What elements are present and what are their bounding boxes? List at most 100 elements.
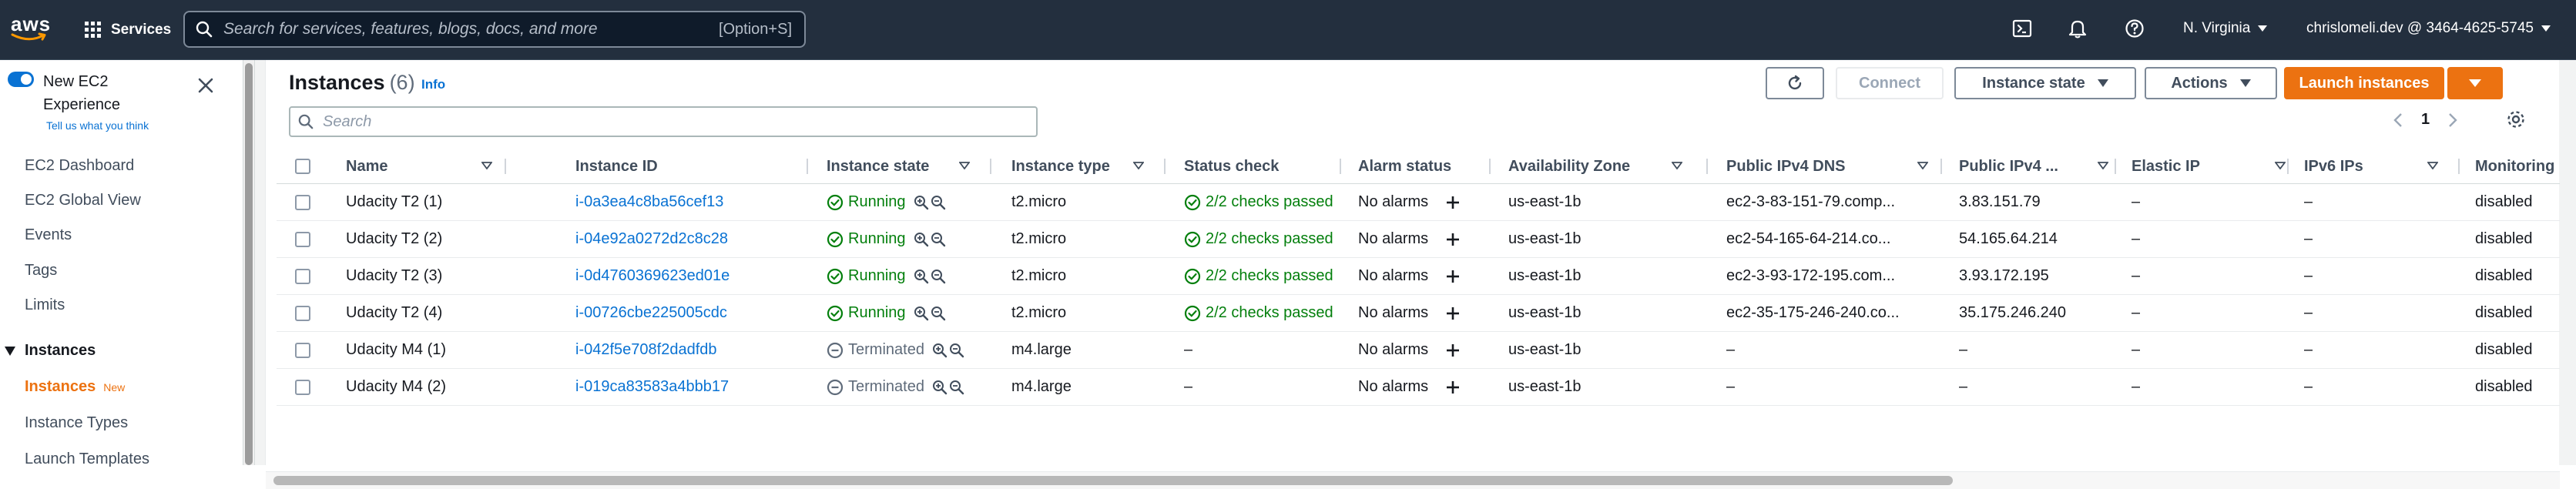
scrollbar-thumb[interactable]: [273, 476, 1953, 485]
instance-state-text: Terminated: [848, 341, 924, 358]
instance-id-link[interactable]: i-042f5e708f2dadfdb: [575, 341, 717, 359]
status-check-text[interactable]: 2/2 checks passed: [1206, 230, 1333, 248]
col-header-availability-zone[interactable]: Availability Zone: [1508, 149, 1682, 183]
zoom-out-icon[interactable]: [949, 343, 964, 358]
page-number[interactable]: 1: [2421, 111, 2430, 129]
instance-id-link[interactable]: i-0a3ea4c8ba56cef13: [575, 193, 723, 211]
col-header-instance-state[interactable]: Instance state: [827, 149, 970, 183]
status-check-text[interactable]: 2/2 checks passed: [1206, 267, 1333, 285]
connect-button[interactable]: Connect: [1836, 67, 1944, 99]
sidebar-item-instances[interactable]: Instances New: [25, 378, 125, 396]
zoom-in-icon[interactable]: [914, 306, 929, 321]
table-horizontal-scrollbar[interactable]: [266, 471, 2560, 489]
add-alarm-icon[interactable]: [1445, 232, 1461, 247]
refresh-button[interactable]: [1766, 67, 1824, 99]
sidebar-item-events[interactable]: Events: [25, 226, 72, 244]
select-all-checkbox[interactable]: [295, 149, 310, 183]
instance-id-link[interactable]: i-0d4760369623ed01e: [575, 267, 730, 285]
sidebar-item-launch-templates[interactable]: Launch Templates: [25, 450, 149, 468]
aws-logo[interactable]: aws: [9, 12, 63, 48]
row-checkbox[interactable]: [295, 379, 310, 395]
add-alarm-icon[interactable]: [1445, 306, 1461, 321]
instance-id-link[interactable]: i-00726cbe225005cdc: [575, 304, 727, 322]
sidebar-section-instances[interactable]: Instances: [5, 342, 96, 360]
settings-gear-icon[interactable]: [2506, 109, 2526, 129]
zoom-in-icon[interactable]: [932, 343, 948, 358]
row-checkbox[interactable]: [295, 268, 310, 284]
chevron-left-icon[interactable]: [2393, 112, 2403, 128]
bell-icon[interactable]: [2068, 18, 2088, 39]
row-checkbox[interactable]: [295, 194, 310, 210]
sidebar-scrollbar[interactable]: [243, 60, 255, 465]
col-header-elastic-ip[interactable]: Elastic IP: [2132, 149, 2286, 183]
table-row[interactable]: Udacity M4 (1) i-042f5e708f2dadfdb Termina…: [277, 332, 2560, 369]
col-header-status-check[interactable]: Status check: [1184, 149, 1279, 183]
feedback-link[interactable]: Tell us what you think: [46, 119, 149, 132]
table-row[interactable]: Udacity T2 (4) i-00726cbe225005cdc Running…: [277, 295, 2560, 332]
add-alarm-icon[interactable]: [1445, 195, 1461, 210]
instance-filter-input[interactable]: Search: [289, 106, 1038, 137]
col-header-instance-type[interactable]: Instance type: [1011, 149, 1144, 183]
services-menu-button[interactable]: Services: [85, 17, 171, 43]
instance-state-button[interactable]: Instance state: [1954, 67, 2136, 99]
help-icon[interactable]: [2125, 18, 2145, 39]
row-checkbox[interactable]: [295, 342, 310, 358]
top-navigation: aws Services Search for services, featur…: [0, 0, 2576, 60]
table-row[interactable]: Udacity T2 (3) i-0d4760369623ed01e Running…: [277, 258, 2560, 295]
zoom-in-icon[interactable]: [914, 232, 929, 247]
table-row[interactable]: Udacity T2 (2) i-04e92a0272d2c8c28 Running…: [277, 221, 2560, 258]
launch-options-button[interactable]: [2447, 67, 2503, 99]
instance-id-link[interactable]: i-04e92a0272d2c8c28: [575, 230, 728, 248]
instance-id-link[interactable]: i-019ca83583a4bbb17: [575, 378, 729, 396]
col-header-ipv6-ips[interactable]: IPv6 IPs: [2284, 149, 2438, 183]
close-icon[interactable]: [197, 77, 214, 94]
account-menu[interactable]: chrislomeli.dev @ 3464-4625-5745: [2306, 20, 2551, 37]
status-check-text[interactable]: 2/2 checks passed: [1206, 193, 1333, 211]
check-circle-icon: [827, 305, 844, 321]
col-header-public-ipv4[interactable]: Public IPv4 ...: [1959, 149, 2108, 183]
scrollbar-thumb[interactable]: [245, 63, 253, 465]
table-row[interactable]: Udacity T2 (1) i-0a3ea4c8ba56cef13 Running…: [277, 184, 2560, 221]
grid-icon: [85, 22, 101, 38]
sidebar-item-tags[interactable]: Tags: [25, 262, 57, 280]
zoom-in-icon[interactable]: [914, 269, 929, 284]
table-row[interactable]: Udacity M4 (2) i-019ca83583a4bbb17 Termina…: [277, 369, 2560, 406]
sidebar-item-limits[interactable]: Limits: [25, 296, 65, 314]
zoom-out-icon[interactable]: [931, 269, 946, 284]
zoom-out-icon[interactable]: [949, 380, 964, 395]
add-alarm-icon[interactable]: [1445, 343, 1461, 358]
add-alarm-icon[interactable]: [1445, 269, 1461, 284]
chevron-right-icon[interactable]: [2448, 112, 2457, 128]
info-link[interactable]: Info: [421, 77, 445, 92]
region-selector[interactable]: N. Virginia: [2183, 20, 2268, 37]
sort-icon: [2098, 162, 2108, 169]
zoom-in-icon[interactable]: [914, 195, 929, 210]
zoom-in-icon[interactable]: [932, 380, 948, 395]
zoom-out-icon[interactable]: [931, 306, 946, 321]
cell-availability-zone: us-east-1b: [1508, 341, 1581, 358]
col-header-instance-id[interactable]: Instance ID: [575, 149, 658, 183]
row-checkbox[interactable]: [295, 231, 310, 247]
sidebar-item-instance-types[interactable]: Instance Types: [25, 414, 128, 432]
sidebar-item-ec2-dashboard[interactable]: EC2 Dashboard: [25, 157, 134, 175]
col-header-alarm-status[interactable]: Alarm status: [1358, 149, 1451, 183]
cell-instance-state: Running: [827, 295, 948, 331]
zoom-out-icon[interactable]: [931, 232, 946, 247]
new-experience-toggle[interactable]: [8, 72, 34, 87]
status-check-text[interactable]: 2/2 checks passed: [1206, 304, 1333, 322]
row-checkbox[interactable]: [295, 305, 310, 321]
add-alarm-icon[interactable]: [1445, 380, 1461, 395]
actions-button[interactable]: Actions: [2145, 67, 2277, 99]
col-header-name[interactable]: Name: [346, 149, 492, 183]
global-search-input[interactable]: Search for services, features, blogs, do…: [183, 11, 806, 48]
caret-down-icon: [2097, 79, 2108, 87]
cell-instance-id: i-04e92a0272d2c8c28: [575, 221, 728, 257]
cloudshell-icon[interactable]: [2012, 18, 2032, 39]
col-header-monitoring[interactable]: Monitoring: [2455, 149, 2560, 183]
zoom-out-icon[interactable]: [931, 195, 946, 210]
launch-instances-button[interactable]: Launch instances: [2284, 67, 2444, 99]
sidebar-item-ec2-global-view[interactable]: EC2 Global View: [25, 192, 141, 209]
cell-status-check: 2/2 checks passed: [1184, 184, 1333, 220]
sort-icon: [2427, 162, 2438, 169]
col-header-public-ipv4-dns[interactable]: Public IPv4 DNS: [1726, 149, 1928, 183]
